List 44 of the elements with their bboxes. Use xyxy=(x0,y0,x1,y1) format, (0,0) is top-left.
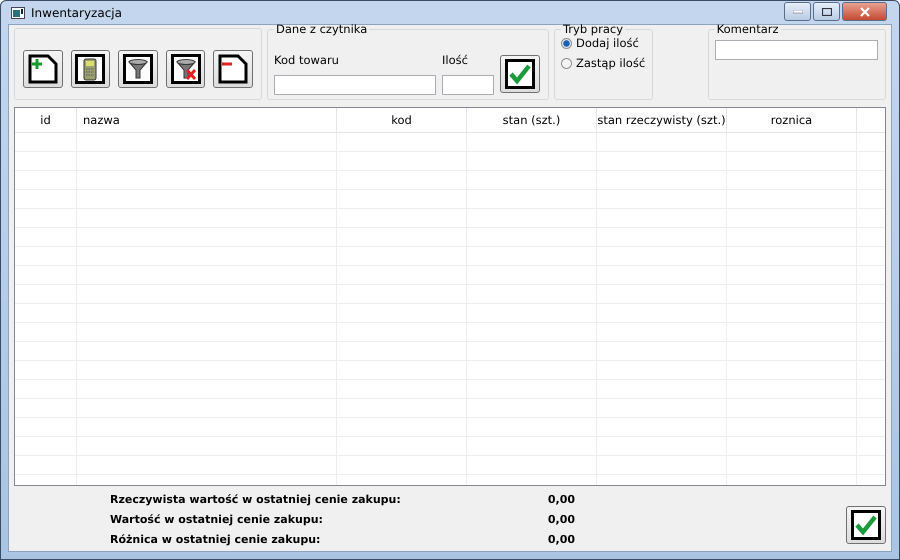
field-label: Kod towaru xyxy=(274,53,340,67)
radio-option[interactable]: Zastąp ilość xyxy=(560,56,646,70)
checkmark-icon xyxy=(505,59,535,89)
new-document-icon xyxy=(28,54,58,84)
barcode-reader-icon xyxy=(75,54,106,84)
summary-label: Wartość w ostatniej cenie zakupu: xyxy=(110,512,324,526)
close-icon xyxy=(858,6,870,16)
column-header[interactable]: stan (szt.) xyxy=(467,108,597,132)
column-header[interactable]: roznica xyxy=(727,108,857,132)
app-icon xyxy=(11,6,25,18)
group-title: Dane z czytnika xyxy=(275,22,368,36)
group-title: Komentarz xyxy=(716,22,780,36)
column-header[interactable]: kod xyxy=(337,108,467,132)
filter-button[interactable] xyxy=(118,50,158,88)
funnel-delete-icon xyxy=(170,54,201,84)
remove-button[interactable] xyxy=(213,50,253,88)
minimize-icon xyxy=(792,10,802,14)
reader-button[interactable] xyxy=(70,50,110,88)
filter-clear-button[interactable] xyxy=(166,50,206,88)
window-title: Inwentaryzacja xyxy=(31,6,122,20)
add-button[interactable] xyxy=(23,50,63,88)
minimize-button[interactable] xyxy=(784,2,811,21)
remove-document-icon xyxy=(218,54,248,84)
column-header[interactable]: id xyxy=(15,108,77,132)
maximize-icon xyxy=(822,8,832,16)
close-button[interactable] xyxy=(842,2,887,21)
summary-label: Rzeczywista wartość w ostatniej cenie zakupu: xyxy=(110,492,402,506)
group-title: Tryb pracy xyxy=(562,22,624,36)
accept-button[interactable] xyxy=(846,506,886,544)
quantity-field[interactable] xyxy=(442,75,494,95)
confirm-button[interactable] xyxy=(500,55,540,93)
column-header[interactable]: nazwa xyxy=(77,108,337,132)
summary-value: 0,00 xyxy=(546,532,575,546)
summary-value: 0,00 xyxy=(546,512,575,526)
checkmark-icon xyxy=(851,510,881,540)
funnel-icon xyxy=(122,54,153,84)
summary-label: Różnica w ostatniej cenie zakupu: xyxy=(110,532,322,546)
field-label: Ilość xyxy=(442,53,469,67)
summary-value: 0,00 xyxy=(546,492,575,506)
maximize-button[interactable] xyxy=(813,2,840,21)
radio-option[interactable]: Dodaj ilość xyxy=(560,36,646,50)
code-field[interactable] xyxy=(274,75,436,95)
comment-field[interactable] xyxy=(714,40,878,60)
column-header[interactable]: stan rzeczywisty (szt.) xyxy=(597,108,727,132)
